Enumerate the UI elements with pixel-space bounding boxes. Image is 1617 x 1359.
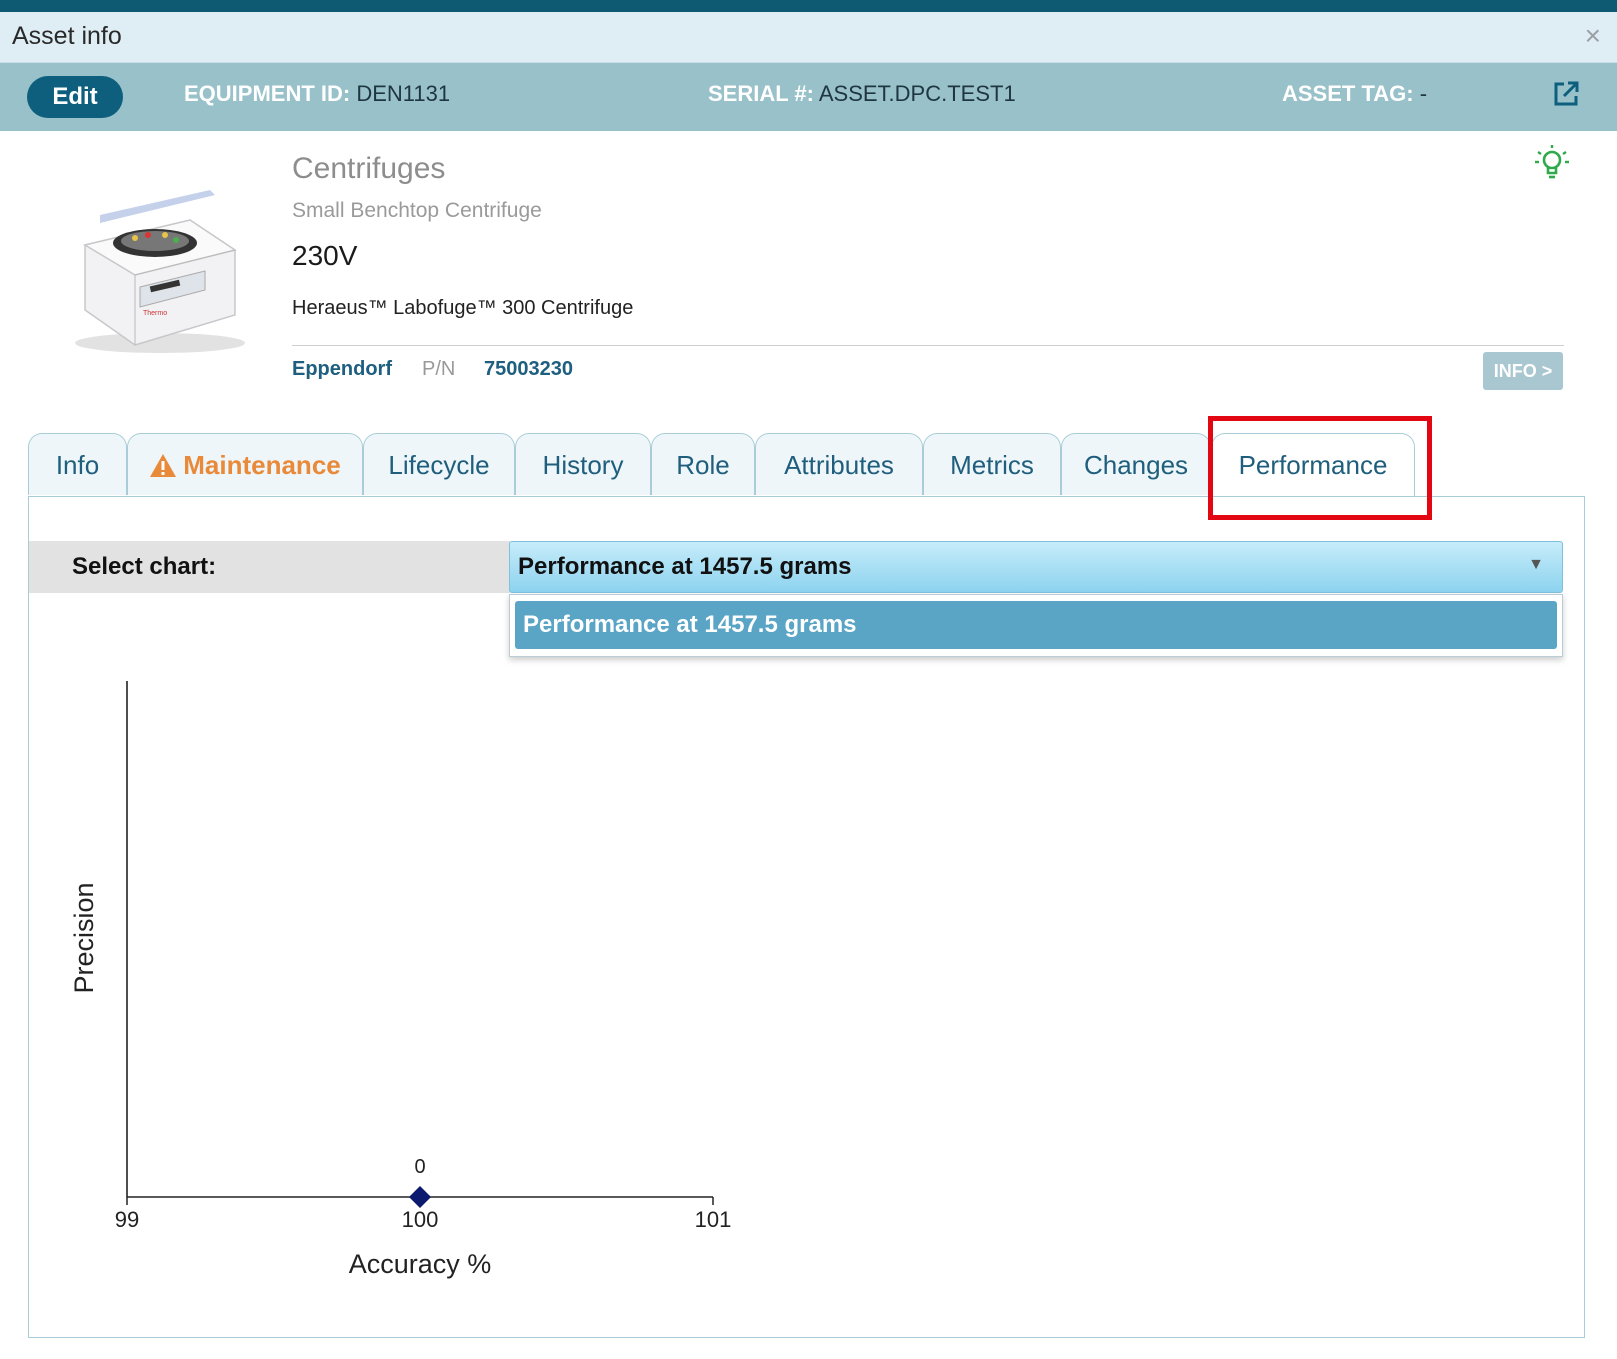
tab-label: History — [542, 450, 624, 480]
tab-role[interactable]: Role — [651, 433, 755, 495]
part-number: 75003230 — [484, 358, 573, 380]
window-top-strip — [0, 0, 1617, 12]
tab-metrics[interactable]: Metrics — [923, 433, 1061, 495]
svg-text:Thermo: Thermo — [143, 310, 167, 317]
tab-history[interactable]: History — [515, 433, 651, 495]
tab-label: Attributes — [784, 450, 894, 480]
product-image: Thermo — [75, 190, 245, 353]
x-tick-label: 101 — [695, 1207, 732, 1232]
manufacturer: Eppendorf — [292, 358, 392, 380]
title-bar: Asset info × — [0, 12, 1617, 63]
chart-select-value: Performance at 1457.5 grams — [518, 553, 852, 580]
tab-label: Lifecycle — [388, 450, 490, 480]
warning-icon — [150, 453, 177, 477]
tab-maintenance[interactable]: Maintenance — [127, 433, 363, 495]
x-axis-label: Accuracy % — [349, 1249, 492, 1279]
divider — [292, 345, 1564, 346]
data-point[interactable] — [409, 1186, 431, 1208]
tab-label: Maintenance — [183, 450, 341, 480]
tab-label: Info — [55, 450, 100, 480]
chevron-down-icon: ▼ — [1528, 556, 1544, 573]
tab-lifecycle[interactable]: Lifecycle — [363, 433, 515, 495]
data-label: 0 — [414, 1156, 425, 1178]
chart-select-dropdown: Performance at 1457.5 grams — [509, 594, 1563, 657]
data-points: 0 — [409, 1156, 431, 1208]
window-title: Asset info — [12, 22, 122, 50]
tab-changes[interactable]: Changes — [1061, 433, 1211, 495]
equipment-id-label: EQUIPMENT ID: — [184, 81, 351, 106]
product-voltage: 230V — [292, 240, 358, 271]
equipment-id-value: DEN1131 — [356, 81, 451, 106]
tab-label: Metrics — [950, 450, 1034, 480]
asset-tag: ASSET TAG: - — [1282, 81, 1427, 107]
x-tick-label: 100 — [402, 1207, 439, 1232]
serial-value: ASSET.DPC.TEST1 — [818, 81, 1016, 106]
product-category: Centrifuges — [292, 152, 446, 185]
asset-header-bar: Edit EQUIPMENT ID: DEN1131 SERIAL #: ASS… — [0, 63, 1617, 131]
edit-button[interactable]: Edit — [27, 76, 123, 118]
equipment-id: EQUIPMENT ID: DEN1131 — [184, 81, 450, 107]
asset-tag-label: ASSET TAG: — [1282, 81, 1414, 106]
close-icon[interactable]: × — [1585, 20, 1601, 52]
tab-info[interactable]: Info — [28, 433, 127, 495]
asset-tag-value: - — [1419, 81, 1428, 106]
serial-label: SERIAL #: — [708, 81, 814, 106]
tab-label: Role — [676, 450, 730, 480]
part-number-label: P/N — [422, 358, 456, 380]
performance-chart: Precision Accuracy % 99 100 101 0 — [69, 681, 732, 1279]
tab-attributes[interactable]: Attributes — [755, 433, 923, 495]
dropdown-option[interactable]: Performance at 1457.5 grams — [515, 601, 1557, 649]
chart-select[interactable]: Performance at 1457.5 grams ▼ — [509, 541, 1563, 593]
y-axis-label: Precision — [69, 882, 99, 993]
serial-number: SERIAL #: ASSET.DPC.TEST1 — [708, 81, 1016, 107]
product-subcategory: Small Benchtop Centrifuge — [292, 199, 542, 222]
product-model: Heraeus™ Labofuge™ 300 Centrifuge — [292, 297, 634, 319]
lightbulb-icon[interactable] — [1530, 143, 1574, 183]
external-link-icon[interactable] — [1551, 79, 1581, 109]
x-tick-label: 99 — [115, 1207, 139, 1232]
select-chart-label: Select chart: — [72, 553, 217, 580]
highlight-box — [1208, 416, 1432, 520]
info-button[interactable]: INFO > — [1483, 352, 1563, 390]
tab-label: Changes — [1083, 450, 1189, 480]
